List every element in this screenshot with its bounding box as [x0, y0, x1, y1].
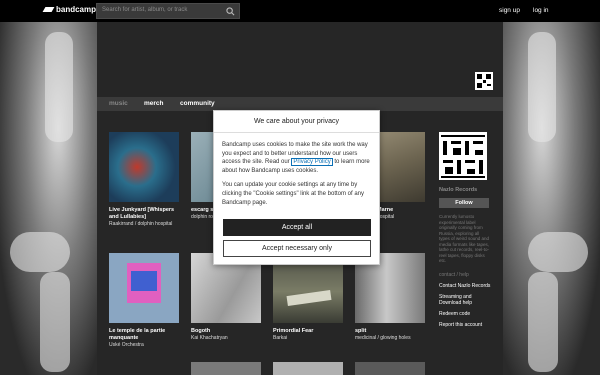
label-description: Currently lumosto experimental label ori…	[439, 214, 490, 263]
background-image-right	[503, 22, 600, 375]
release-artist: Kai Khachatryan	[191, 335, 228, 341]
search-icon[interactable]	[226, 7, 235, 16]
label-name[interactable]: Nazlo Records	[439, 187, 491, 193]
album-art[interactable]	[355, 362, 425, 375]
contact-link[interactable]: Contact Nazlo Records	[439, 283, 491, 289]
release-title[interactable]: split	[355, 328, 425, 335]
release-item[interactable]	[273, 362, 343, 375]
cookie-dialog-body: Bandcamp uses cookies to make the site w…	[214, 133, 379, 207]
cookie-paragraph-1: Bandcamp uses cookies to make the site w…	[222, 141, 371, 175]
cookie-paragraph-2: You can update your cookie settings at a…	[222, 182, 364, 206]
accept-necessary-button[interactable]: Accept necessary only	[223, 240, 371, 257]
album-art[interactable]	[109, 132, 179, 202]
log-in-link[interactable]: log in	[533, 7, 549, 14]
search-placeholder: Search for artist, album, or track	[102, 7, 188, 13]
album-art[interactable]	[273, 362, 343, 375]
release-item[interactable]: Primordial Fear Barkai	[273, 253, 343, 341]
bandcamp-logo[interactable]: bandcamp	[42, 5, 97, 14]
contact-help-heading: contact / help	[439, 271, 469, 278]
release-artist: Uské Orchestra	[109, 342, 144, 348]
top-bar: bandcamp Search for artist, album, or tr…	[0, 0, 600, 22]
label-logo[interactable]	[439, 132, 487, 180]
logo-text: bandcamp	[56, 5, 97, 14]
bandcamp-logo-icon	[42, 7, 55, 12]
background-image-left	[0, 22, 97, 375]
label-header	[97, 22, 503, 97]
release-item[interactable]: Live Junkyard [Whispers and Lullabies] R…	[109, 132, 179, 227]
tab-music[interactable]: music	[109, 100, 128, 107]
label-nav: music merch community	[97, 97, 503, 111]
release-title[interactable]: Le temple de la partie manquante	[109, 328, 179, 342]
privacy-policy-link[interactable]: Privacy Policy	[291, 158, 333, 167]
label-header-logo[interactable]	[475, 72, 493, 90]
cookie-consent-dialog: We care about your privacy Bandcamp uses…	[213, 110, 380, 265]
release-artist: medicinal / glowing holes	[355, 335, 411, 341]
release-item[interactable]: Le temple de la partie manquante Uské Or…	[109, 253, 179, 348]
accept-all-button[interactable]: Accept all	[223, 219, 371, 236]
release-item[interactable]	[191, 362, 261, 375]
tab-community[interactable]: community	[180, 100, 215, 107]
redeem-code-link[interactable]: Redeem code	[439, 311, 491, 317]
release-artist: Barkai	[273, 335, 288, 341]
release-title[interactable]: Primordial Fear	[273, 328, 343, 335]
release-title[interactable]: Live Junkyard [Whispers and Lullabies]	[109, 207, 179, 221]
tab-merch[interactable]: merch	[144, 100, 164, 107]
release-artist: Raakirrand / dolphin hospital	[109, 221, 173, 227]
search-input[interactable]: Search for artist, album, or track	[96, 3, 240, 19]
sign-up-link[interactable]: sign up	[499, 7, 520, 14]
streaming-help-link[interactable]: Streaming and Download help	[439, 294, 491, 306]
album-art[interactable]	[191, 362, 261, 375]
cookie-dialog-title: We care about your privacy	[214, 111, 379, 133]
album-art[interactable]	[109, 253, 179, 323]
release-title[interactable]: Bogoth	[191, 328, 261, 335]
release-item[interactable]: split medicinal / glowing holes	[355, 253, 425, 341]
follow-button[interactable]: Follow	[439, 198, 489, 208]
release-item[interactable]	[355, 362, 425, 375]
report-account-link[interactable]: Report this account	[439, 322, 491, 328]
label-sidebar: Nazlo Records Follow Currently lumosto e…	[439, 132, 491, 328]
release-item[interactable]: Bogoth Kai Khachatryan	[191, 253, 261, 341]
